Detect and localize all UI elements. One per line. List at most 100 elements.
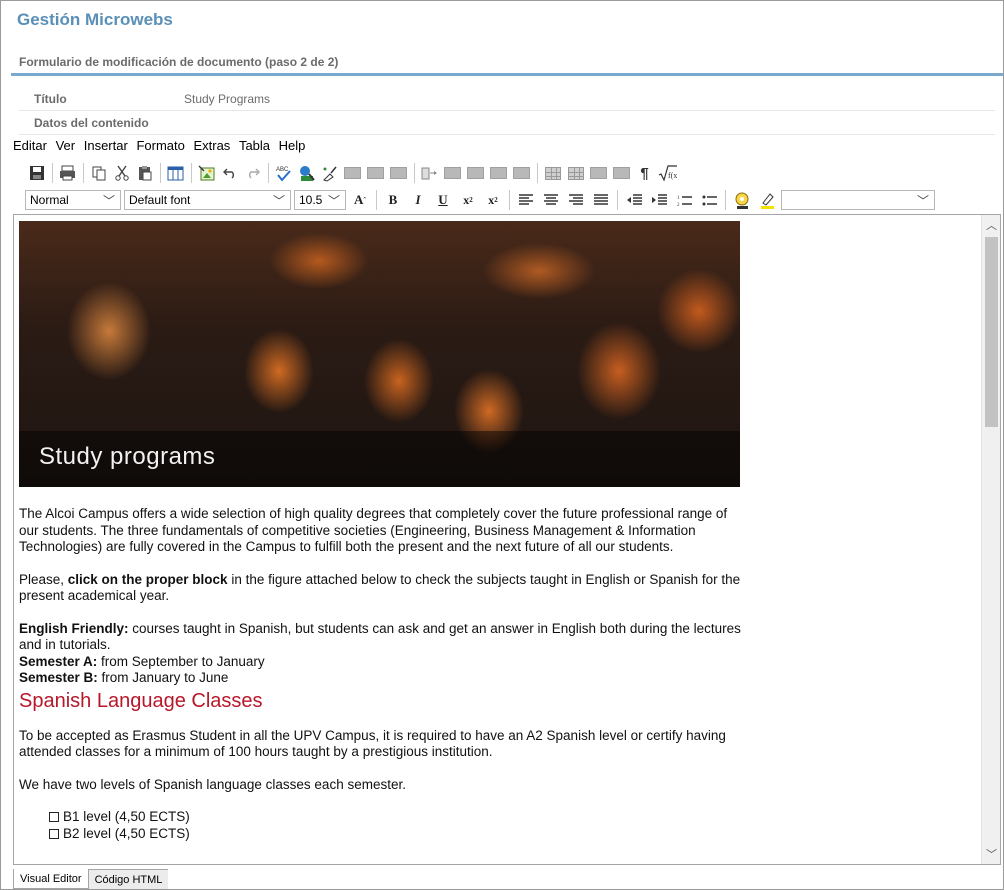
semester-b-line: Semester B: from January to June bbox=[19, 670, 744, 687]
merge-cells-icon[interactable] bbox=[489, 164, 508, 183]
font-size-value: 10.5 bbox=[299, 193, 323, 207]
toolbar-separator bbox=[191, 163, 192, 183]
image-edit-icon[interactable] bbox=[612, 164, 631, 183]
editor-menubar: Editar Ver Insertar Formato Extras Tabla… bbox=[13, 138, 310, 156]
superscript-icon[interactable]: x2 bbox=[482, 190, 504, 210]
numbered-list-icon[interactable]: 12 bbox=[673, 190, 695, 210]
redo-icon[interactable] bbox=[243, 164, 262, 183]
cut-icon[interactable] bbox=[112, 164, 131, 183]
toolbar-separator bbox=[376, 190, 377, 210]
save-icon[interactable] bbox=[27, 164, 46, 183]
toolbar-separator bbox=[160, 163, 161, 183]
font-value: Default font bbox=[129, 193, 191, 207]
delete-column-icon[interactable] bbox=[466, 164, 485, 183]
square-bullet-icon bbox=[49, 828, 59, 839]
title-field-row: Título Study Programs bbox=[19, 87, 995, 111]
toolbar-separator bbox=[52, 163, 53, 183]
align-right-icon[interactable] bbox=[565, 190, 587, 210]
svg-text:1: 1 bbox=[677, 196, 680, 201]
semester-b-text: from January to June bbox=[97, 670, 229, 685]
subscript-icon[interactable]: x2 bbox=[457, 190, 479, 210]
table-grid-2-icon[interactable] bbox=[566, 164, 585, 183]
svg-text:2: 2 bbox=[677, 203, 680, 207]
table-properties-icon[interactable] bbox=[166, 164, 185, 183]
tab-codigo-html[interactable]: Código HTML bbox=[88, 869, 169, 889]
paragraph-style-value: Normal bbox=[30, 193, 69, 207]
toolbar-separator bbox=[617, 190, 618, 210]
bold-icon[interactable]: B bbox=[382, 190, 404, 210]
pilcrow-icon[interactable]: ¶ bbox=[635, 164, 654, 183]
insert-table-icon[interactable] bbox=[343, 164, 362, 183]
menu-tabla[interactable]: Tabla bbox=[239, 138, 270, 153]
title-label: Título bbox=[34, 92, 67, 106]
tab-visual-editor[interactable]: Visual Editor bbox=[13, 869, 89, 889]
scrollbar-thumb[interactable] bbox=[985, 237, 998, 427]
insert-row-icon[interactable] bbox=[366, 164, 385, 183]
bullet-list-icon[interactable] bbox=[698, 190, 720, 210]
text-color-icon[interactable] bbox=[731, 190, 753, 210]
spellcheck-icon[interactable]: ABC bbox=[274, 164, 293, 183]
align-left-icon[interactable] bbox=[515, 190, 537, 210]
insert-column-icon[interactable] bbox=[389, 164, 408, 183]
formula-icon[interactable]: f(x) bbox=[658, 164, 677, 183]
undo-icon[interactable] bbox=[220, 164, 239, 183]
toolbar-separator bbox=[268, 163, 269, 183]
chevron-down-icon: ﹀ bbox=[272, 194, 285, 208]
indent-icon[interactable] bbox=[648, 190, 670, 210]
menu-help[interactable]: Help bbox=[279, 138, 306, 153]
scroll-down-icon[interactable]: ﹀ bbox=[982, 846, 1000, 862]
editor-scrollbar[interactable]: ︿ ﹀ bbox=[981, 215, 1000, 864]
highlight-icon[interactable] bbox=[756, 190, 778, 210]
font-select[interactable]: Default font ﹀ bbox=[124, 190, 291, 210]
insert-image-icon[interactable] bbox=[197, 164, 216, 183]
menu-extras[interactable]: Extras bbox=[193, 138, 230, 153]
outdent-icon[interactable] bbox=[623, 190, 645, 210]
svg-text:ABC: ABC bbox=[276, 167, 289, 173]
semester-b-label: Semester B: bbox=[19, 670, 98, 685]
font-size-grow-icon[interactable]: Aˆ bbox=[349, 190, 371, 210]
clean-format-icon[interactable] bbox=[320, 164, 339, 183]
image-map-icon[interactable] bbox=[589, 164, 608, 183]
content-section-row: Datos del contenido bbox=[19, 111, 995, 135]
underline-icon[interactable]: U bbox=[432, 190, 454, 210]
toolbar-separator bbox=[509, 190, 510, 210]
paste-icon[interactable] bbox=[135, 164, 154, 183]
header-rule bbox=[11, 73, 1003, 76]
font-size-select[interactable]: 10.5 ﹀ bbox=[294, 190, 346, 210]
menu-editar[interactable]: Editar bbox=[13, 138, 47, 153]
levels-paragraph: We have two levels of Spanish language c… bbox=[19, 776, 406, 792]
scroll-up-icon[interactable]: ︿ bbox=[982, 217, 1000, 233]
menu-formato[interactable]: Formato bbox=[136, 138, 184, 153]
chevron-down-icon: ﹀ bbox=[327, 194, 340, 208]
menu-ver[interactable]: Ver bbox=[56, 138, 76, 153]
svg-text:f(x): f(x) bbox=[668, 171, 677, 180]
title-value[interactable]: Study Programs bbox=[184, 92, 270, 106]
find-replace-icon[interactable] bbox=[297, 164, 316, 183]
section-heading: Spanish Language Classes bbox=[19, 689, 263, 712]
visual-editor-area[interactable]: Study programs The Alcoi Campus offers a… bbox=[13, 214, 1001, 865]
table-grid-icon[interactable] bbox=[543, 164, 562, 183]
english-friendly-paragraph: English Friendly: courses taught in Span… bbox=[19, 621, 744, 654]
list-item: B1 level (4,50 ECTS) bbox=[49, 809, 744, 826]
print-icon[interactable] bbox=[58, 164, 77, 183]
app-title: Gestión Microwebs bbox=[17, 10, 173, 29]
align-justify-icon[interactable] bbox=[590, 190, 612, 210]
align-center-icon[interactable] bbox=[540, 190, 562, 210]
levels-list: B1 level (4,50 ECTS) B2 level (4,50 ECTS… bbox=[19, 809, 744, 842]
italic-icon[interactable]: I bbox=[407, 190, 429, 210]
delete-row-icon[interactable] bbox=[443, 164, 462, 183]
toolbar-separator bbox=[83, 163, 84, 183]
square-bullet-icon bbox=[49, 812, 59, 823]
color-value-select[interactable]: ﹀ bbox=[781, 190, 935, 210]
hero-caption: Study programs bbox=[39, 443, 216, 470]
english-friendly-label: English Friendly: bbox=[19, 620, 129, 636]
paragraph-style-select[interactable]: Normal ﹀ bbox=[25, 190, 121, 210]
split-cell-icon[interactable] bbox=[420, 164, 439, 183]
copy-icon[interactable] bbox=[89, 164, 108, 183]
intro-paragraph: The Alcoi Campus offers a wide selection… bbox=[19, 506, 728, 554]
editor-toolbar-format: Normal ﹀ Default font ﹀ 10.5 ﹀ Aˆ B I U … bbox=[13, 188, 1001, 212]
cell-properties-icon[interactable] bbox=[512, 164, 531, 183]
menu-insertar[interactable]: Insertar bbox=[84, 138, 128, 153]
toolbar-separator bbox=[537, 163, 538, 183]
form-title: Formulario de modificación de documento … bbox=[19, 55, 339, 69]
